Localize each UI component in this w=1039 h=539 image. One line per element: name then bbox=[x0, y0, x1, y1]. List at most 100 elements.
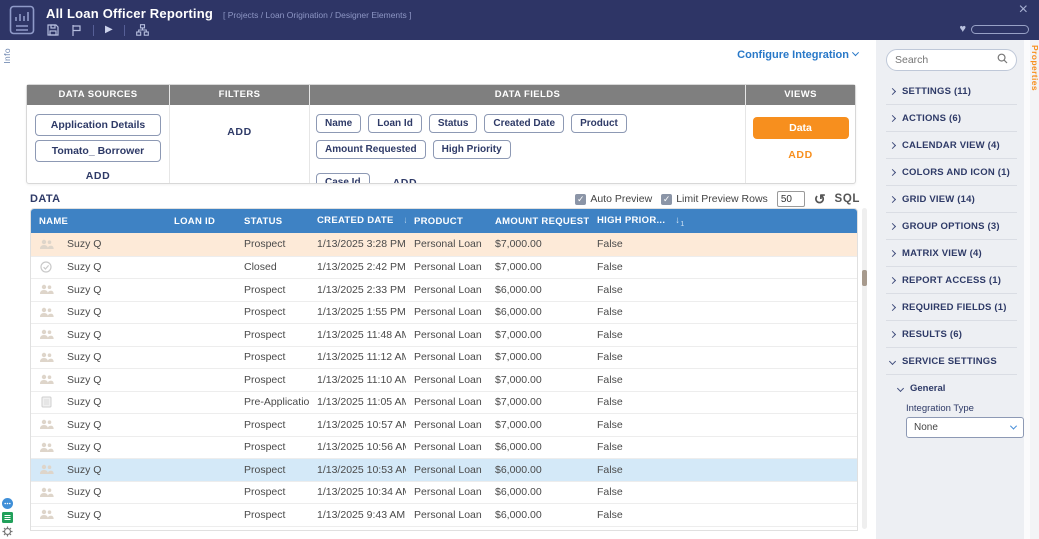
info-tab[interactable]: Info bbox=[2, 48, 12, 64]
main-content: Configure Integration DATA SOURCES Appli… bbox=[14, 40, 876, 539]
service-settings-body: General Integration Type None bbox=[886, 375, 1024, 438]
views-add-button[interactable]: ADD bbox=[788, 149, 813, 161]
auto-preview-label: Auto Preview bbox=[590, 193, 653, 205]
save-icon[interactable] bbox=[47, 24, 59, 36]
table-row[interactable]: Suzy Q Prospect 1/13/2025 11:10 AM Personal… bbox=[31, 368, 857, 391]
sidebar-section-report-access[interactable]: REPORT ACCESS (1) bbox=[886, 267, 1017, 294]
designer-panel: DATA SOURCES Application Details Tomato_ … bbox=[26, 84, 856, 184]
section-label: MATRIX VIEW (4) bbox=[902, 248, 982, 259]
sidebar-section-settings[interactable]: SETTINGS (11) bbox=[886, 78, 1017, 105]
data-source-button[interactable]: Tomato_ Borrower bbox=[35, 140, 161, 162]
sidebar-section-grid-view[interactable]: GRID VIEW (14) bbox=[886, 186, 1017, 213]
views-header: VIEWS bbox=[746, 85, 855, 105]
table-row[interactable]: Suzy Q Prospect 1/13/2025 10:56 AM Personal… bbox=[31, 435, 857, 458]
sidebar-section-calendar-view[interactable]: CALENDAR VIEW (4) bbox=[886, 132, 1017, 159]
table-row[interactable]: Suzy Q Prospect 1/13/2025 11:48 AM Personal… bbox=[31, 323, 857, 346]
people-icon bbox=[31, 307, 61, 318]
sidebar-section-actions[interactable]: ACTIONS (6) bbox=[886, 105, 1017, 132]
data-sources-column: DATA SOURCES Application Details Tomato_ … bbox=[27, 85, 169, 183]
properties-sidebar: SETTINGS (11) ACTIONS (6) CALENDAR VIEW (4… bbox=[876, 40, 1024, 539]
product-cell: Personal Loan bbox=[414, 328, 482, 341]
data-field-chip[interactable]: Created Date bbox=[484, 114, 565, 133]
data-field-chip[interactable]: Product bbox=[571, 114, 627, 133]
created-date-cell: 1/13/2025 1:55 PM bbox=[317, 306, 406, 319]
search-input[interactable] bbox=[895, 54, 993, 66]
chevron-right-icon bbox=[888, 330, 897, 339]
created-date-cell: 1/13/2025 10:57 AM bbox=[317, 418, 406, 431]
sql-button[interactable]: SQL bbox=[835, 193, 860, 205]
properties-tab[interactable]: Properties bbox=[1030, 45, 1039, 91]
table-scrollbar-thumb[interactable] bbox=[862, 270, 867, 286]
chat-icon[interactable] bbox=[2, 496, 13, 509]
column-header[interactable]: STATUS bbox=[236, 216, 309, 227]
data-field-chip[interactable]: Case Id bbox=[316, 173, 370, 183]
amount-cell: $7,000.00 bbox=[495, 261, 542, 274]
refresh-icon[interactable]: ↺ bbox=[814, 192, 826, 206]
general-group-header[interactable]: General bbox=[896, 383, 1017, 394]
settings-sync-icon[interactable] bbox=[2, 524, 13, 537]
table-row[interactable]: Suzy Q Prospect 1/13/2025 10:34 AM Personal… bbox=[31, 480, 857, 503]
data-field-chip[interactable]: Name bbox=[316, 114, 362, 133]
created-date-cell: 1/13/2025 2:33 PM bbox=[317, 283, 406, 296]
created-date-cell: 1/13/2025 10:34 AM bbox=[317, 486, 406, 499]
chevron-right-icon bbox=[888, 168, 897, 177]
spreadsheet-icon[interactable] bbox=[2, 510, 13, 523]
configure-integration-link[interactable]: Configure Integration bbox=[737, 49, 860, 61]
table-row[interactable]: Suzy Q Pre-Application 1/13/2025 11:05 AM P… bbox=[31, 390, 857, 413]
limit-preview-checkbox[interactable]: ✓ bbox=[661, 193, 673, 205]
play-icon[interactable]: ▶ bbox=[105, 24, 113, 36]
table-row[interactable]: Suzy Q Prospect 1/13/2025 10:53 AM Personal… bbox=[31, 458, 857, 481]
column-header[interactable]: NAME bbox=[31, 216, 166, 227]
sidebar-section-required-fields[interactable]: REQUIRED FIELDS (1) bbox=[886, 294, 1017, 321]
auto-preview-checkbox[interactable]: ✓ bbox=[575, 193, 587, 205]
sidebar-section-service-settings[interactable]: SERVICE SETTINGS bbox=[886, 348, 1017, 375]
created-date-cell: 1/13/2025 11:10 AM bbox=[317, 373, 406, 386]
heart-icon[interactable]: ♥ bbox=[959, 24, 966, 35]
data-fields-add-button[interactable]: ADD bbox=[393, 177, 418, 184]
product-cell: Personal Loan bbox=[414, 351, 482, 364]
column-header[interactable]: PRODUCT bbox=[406, 216, 487, 227]
table-row[interactable]: Suzy Q Prospect 1/13/2025 9:43 AM Personal … bbox=[31, 503, 857, 526]
table-row[interactable]: Suzy Q Prospect 1/13/2025 1:55 PM Personal … bbox=[31, 300, 857, 323]
integration-type-select[interactable]: None bbox=[906, 417, 1024, 438]
people-icon bbox=[31, 509, 61, 520]
status-cell: Prospect bbox=[244, 508, 286, 521]
sidebar-section-colors-and-icon[interactable]: COLORS AND ICON (1) bbox=[886, 159, 1017, 186]
data-source-button[interactable]: Application Details bbox=[35, 114, 161, 136]
data-field-chip[interactable]: High Priority bbox=[432, 140, 511, 159]
section-label: CALENDAR VIEW (4) bbox=[902, 140, 1000, 151]
data-sources-add-button[interactable]: ADD bbox=[86, 170, 111, 182]
data-field-chip[interactable]: Status bbox=[428, 114, 478, 133]
amount-cell: $7,000.00 bbox=[495, 396, 542, 409]
sitemap-icon[interactable] bbox=[135, 24, 149, 36]
table-row[interactable]: Suzy Q Prospect 1/13/2025 11:12 AM Personal… bbox=[31, 345, 857, 368]
view-button-data[interactable]: Data bbox=[752, 117, 849, 139]
data-field-chip[interactable]: Loan Id bbox=[368, 114, 422, 133]
sidebar-section-group-options[interactable]: GROUP OPTIONS (3) bbox=[886, 213, 1017, 240]
table-row[interactable]: Suzy QProspect1/10/2025 4:08 PMPersonal … bbox=[31, 525, 857, 530]
sidebar-section-results[interactable]: RESULTS (6) bbox=[886, 321, 1017, 348]
close-icon[interactable]: × bbox=[1019, 1, 1028, 19]
table-row[interactable]: Suzy Q Prospect 1/13/2025 3:28 PM Personal … bbox=[31, 233, 857, 256]
chevron-down-icon bbox=[888, 357, 897, 366]
column-header[interactable]: HIGH PRIOR... ↓1 bbox=[589, 215, 857, 228]
amount-cell: $6,000.00 bbox=[495, 486, 542, 499]
column-header[interactable]: LOAN ID bbox=[166, 216, 236, 227]
data-field-chip[interactable]: Amount Requested bbox=[316, 140, 426, 159]
limit-rows-input[interactable] bbox=[776, 191, 805, 207]
table-row[interactable]: Suzy Q Prospect 1/13/2025 10:57 AM Personal… bbox=[31, 413, 857, 436]
column-header[interactable]: AMOUNT REQUEST... bbox=[487, 216, 589, 227]
section-label: SERVICE SETTINGS bbox=[902, 356, 997, 367]
sidebar-section-matrix-view[interactable]: MATRIX VIEW (4) bbox=[886, 240, 1017, 267]
created-date-cell: 1/13/2025 9:43 AM bbox=[317, 508, 406, 521]
chevron-right-icon bbox=[888, 141, 897, 150]
table-row[interactable]: Suzy Q Prospect 1/13/2025 2:33 PM Personal … bbox=[31, 278, 857, 301]
column-header[interactable]: CREATED DATE↓2 bbox=[309, 215, 406, 228]
name-cell: Suzy Q bbox=[67, 261, 102, 274]
table-row[interactable]: Suzy Q Closed 1/13/2025 2:42 PM Personal Lo… bbox=[31, 255, 857, 278]
section-label: GROUP OPTIONS (3) bbox=[902, 221, 1000, 232]
table-scrollbar[interactable] bbox=[862, 208, 867, 529]
product-cell: Personal Loan bbox=[414, 261, 482, 274]
flag-icon[interactable] bbox=[70, 24, 82, 36]
filters-add-button[interactable]: ADD bbox=[227, 126, 252, 138]
